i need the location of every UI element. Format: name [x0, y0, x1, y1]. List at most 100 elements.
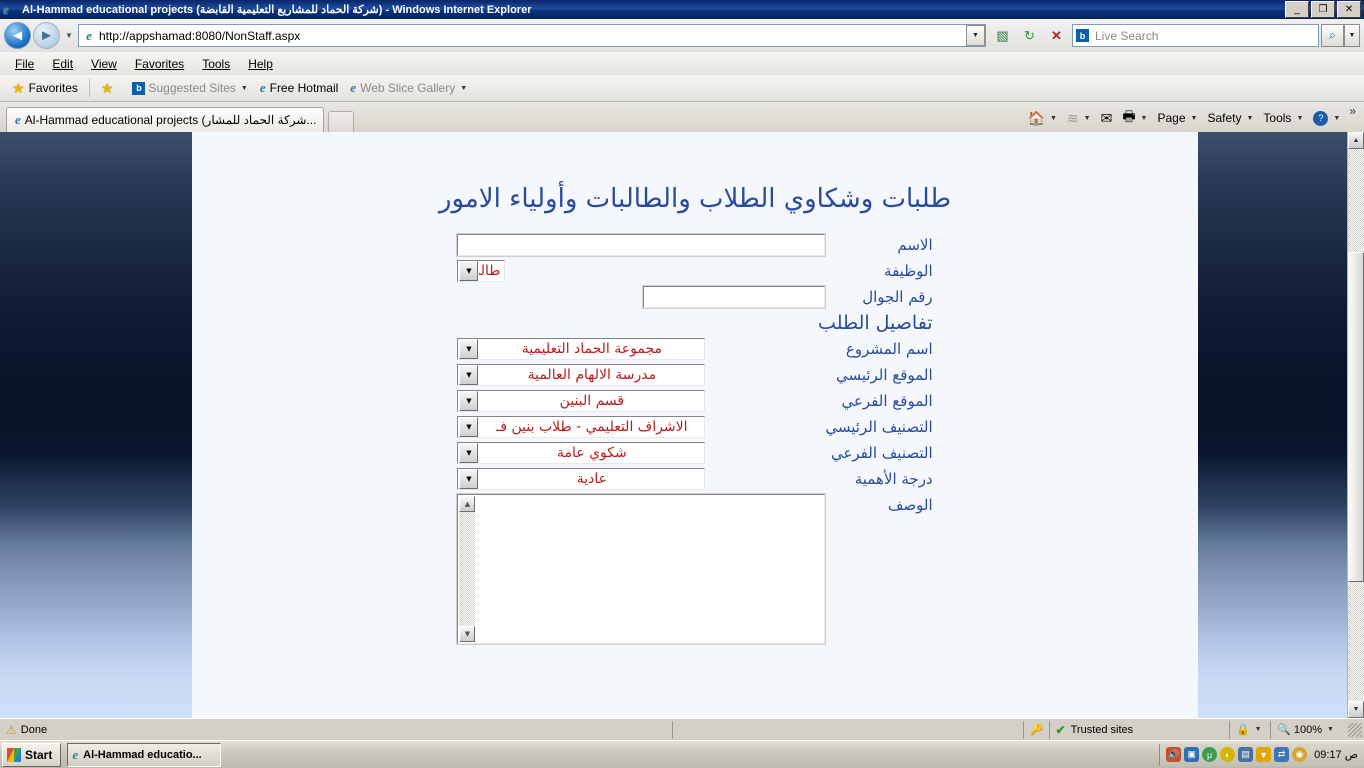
- menu-view-label: View: [91, 56, 117, 71]
- status-bar: ⚠ Done 🔑 ✔ Trusted sites 🔒 ▼ 🔍 100% ▼: [0, 718, 1364, 740]
- camera-icon[interactable]: ▣: [1184, 747, 1200, 762]
- priority-select-value: عادية: [576, 471, 608, 487]
- back-button[interactable]: ◄: [4, 22, 31, 49]
- main-location-select[interactable]: مدرسة الالهام العالمية ▼: [457, 364, 706, 386]
- sub-location-select[interactable]: قسم البنين ▼: [457, 390, 706, 412]
- tab-active[interactable]: e Al-Hammad educational projects (شركة ا…: [6, 107, 324, 132]
- name-input[interactable]: [456, 233, 827, 257]
- description-textarea[interactable]: ▲ ▼: [456, 493, 827, 645]
- sub-location-select-value: قسم البنين: [559, 393, 625, 409]
- chevron-down-icon[interactable]: ▼: [459, 339, 479, 359]
- home-button[interactable]: 🏠 ▼: [1023, 108, 1062, 129]
- chevron-down-icon[interactable]: ▼: [1296, 115, 1303, 122]
- bing-icon: b: [1076, 29, 1089, 42]
- tools-menu-button[interactable]: Tools ▼: [1258, 109, 1308, 127]
- disc-icon[interactable]: ◉: [1292, 747, 1308, 762]
- chevron-down-icon[interactable]: ▼: [241, 85, 248, 92]
- favorites-button[interactable]: ★ Favorites: [6, 78, 84, 99]
- chevron-down-icon[interactable]: ▼: [1246, 115, 1253, 122]
- resize-grip[interactable]: [1348, 722, 1362, 737]
- shield-icon[interactable]: ◐: [1220, 747, 1236, 762]
- minimize-button[interactable]: _: [1285, 1, 1309, 18]
- mobile-input[interactable]: [642, 285, 827, 309]
- chevron-down-icon[interactable]: ▼: [459, 391, 479, 411]
- close-button[interactable]: ✕: [1337, 1, 1361, 18]
- chevron-down-icon[interactable]: ▼: [459, 443, 479, 463]
- chevron-down-icon[interactable]: ▼: [1191, 115, 1198, 122]
- history-dropdown-icon[interactable]: ▼: [62, 31, 76, 40]
- menu-tools[interactable]: Tools: [193, 55, 239, 73]
- start-button[interactable]: Start: [2, 742, 62, 767]
- priority-label: درجة الأهمية: [854, 470, 933, 488]
- address-dropdown-icon[interactable]: ▼: [966, 25, 985, 46]
- favorites-item-free-hotmail[interactable]: e Free Hotmail: [254, 78, 344, 98]
- star-icon: ★: [12, 79, 25, 96]
- taskbar: Start e Al-Hammad educatio... 🔊 ▣ μ ◐ ▤ …: [0, 740, 1364, 768]
- zoom-level[interactable]: 🔍 100% ▼: [1270, 720, 1348, 739]
- chevron-down-icon[interactable]: ▼: [1333, 115, 1340, 122]
- chevron-down-icon[interactable]: ▼: [460, 85, 467, 92]
- display-icon[interactable]: ▤: [1238, 747, 1254, 762]
- scroll-down-button[interactable]: ▼: [459, 626, 476, 642]
- chevron-down-icon[interactable]: ▼: [1141, 115, 1148, 122]
- page-scroll-up-button[interactable]: ▲: [1348, 132, 1364, 149]
- new-tab-button[interactable]: [328, 111, 354, 132]
- stop-button[interactable]: ✕: [1044, 23, 1069, 48]
- chevron-down-icon[interactable]: ▼: [459, 261, 479, 281]
- search-input[interactable]: b Live Search: [1072, 24, 1319, 47]
- webslice-ie-icon: e: [350, 80, 357, 95]
- main-category-select-value: الاشراف التعليمي - طلاب بنين فـ: [496, 419, 688, 435]
- overflow-chevrons-icon[interactable]: »: [1345, 104, 1360, 118]
- tools-menu-label: Tools: [1263, 111, 1292, 125]
- menu-file[interactable]: File: [6, 55, 43, 73]
- chevron-down-icon[interactable]: ▼: [459, 417, 479, 437]
- status-message: ⚠ Done: [0, 721, 672, 739]
- page-menu-button[interactable]: Page ▼: [1152, 109, 1202, 127]
- chevron-down-icon[interactable]: ▼: [1050, 115, 1057, 122]
- chevron-down-icon[interactable]: ▼: [1327, 726, 1334, 733]
- job-select[interactable]: طالب ▼: [457, 260, 506, 282]
- utorrent-icon[interactable]: μ: [1202, 747, 1218, 762]
- security-zone[interactable]: ✔ Trusted sites: [1048, 720, 1229, 739]
- maximize-button[interactable]: ❐: [1311, 1, 1335, 18]
- read-mail-button[interactable]: ✉: [1096, 108, 1118, 129]
- textarea-scrollbar[interactable]: ▲ ▼: [459, 496, 476, 642]
- chevron-down-icon[interactable]: ▼: [459, 365, 479, 385]
- menu-favorites[interactable]: Favorites: [126, 55, 193, 73]
- network-icon[interactable]: ⇄: [1274, 747, 1290, 762]
- project-select[interactable]: مجموعة الحماد التعليمية ▼: [457, 338, 706, 360]
- forward-button[interactable]: ►: [33, 22, 60, 49]
- search-dropdown-icon[interactable]: ▼: [1344, 24, 1360, 47]
- print-button[interactable]: 🖶 ▼: [1117, 104, 1152, 132]
- protected-mode-status[interactable]: 🔒 ▼: [1228, 720, 1270, 739]
- favorites-item-web-slice-gallery[interactable]: e Web Slice Gallery ▼: [344, 78, 473, 98]
- menu-edit[interactable]: Edit: [43, 55, 82, 73]
- chevron-down-icon[interactable]: ▼: [459, 469, 479, 489]
- taskbar-item-ie[interactable]: e Al-Hammad educatio...: [67, 742, 222, 767]
- priority-select[interactable]: عادية ▼: [457, 468, 706, 490]
- menu-view[interactable]: View: [82, 55, 126, 73]
- warning-icon: ⚠: [6, 722, 17, 737]
- clock[interactable]: 09:17 ص: [1314, 748, 1358, 761]
- chevron-down-icon[interactable]: ▼: [1084, 115, 1091, 122]
- volume-icon[interactable]: 🔊: [1166, 747, 1182, 762]
- favorites-item-suggested-sites[interactable]: b Suggested Sites ▼: [123, 79, 253, 97]
- taskbar-item-label: Al-Hammad educatio...: [83, 748, 202, 761]
- scroll-up-button[interactable]: ▲: [459, 496, 476, 512]
- menu-help[interactable]: Help: [239, 55, 282, 73]
- add-to-favorites-bar-button[interactable]: ★: [95, 78, 124, 99]
- main-category-select[interactable]: الاشراف التعليمي - طلاب بنين فـ ▼: [457, 416, 706, 438]
- sub-category-select[interactable]: شكوي عامة ▼: [457, 442, 706, 464]
- safety-menu-button[interactable]: Safety ▼: [1202, 109, 1258, 127]
- search-go-button[interactable]: ⌕: [1321, 24, 1344, 47]
- refresh-button[interactable]: ↻: [1017, 23, 1042, 48]
- address-input[interactable]: e http://appshamad:8080/NonStaff.aspx ▼: [78, 24, 986, 47]
- usb-icon[interactable]: ▼: [1256, 747, 1272, 762]
- page-scrollbar[interactable]: ▲ ▼: [1347, 132, 1364, 718]
- help-menu-button[interactable]: ? ▼: [1308, 109, 1345, 128]
- page-scroll-thumb[interactable]: [1348, 252, 1364, 582]
- chevron-down-icon[interactable]: ▼: [1255, 726, 1262, 733]
- page-scroll-down-button[interactable]: ▼: [1348, 701, 1364, 718]
- feeds-button[interactable]: ≋ ▼: [1062, 108, 1096, 129]
- compatibility-view-button[interactable]: ▧: [990, 23, 1015, 48]
